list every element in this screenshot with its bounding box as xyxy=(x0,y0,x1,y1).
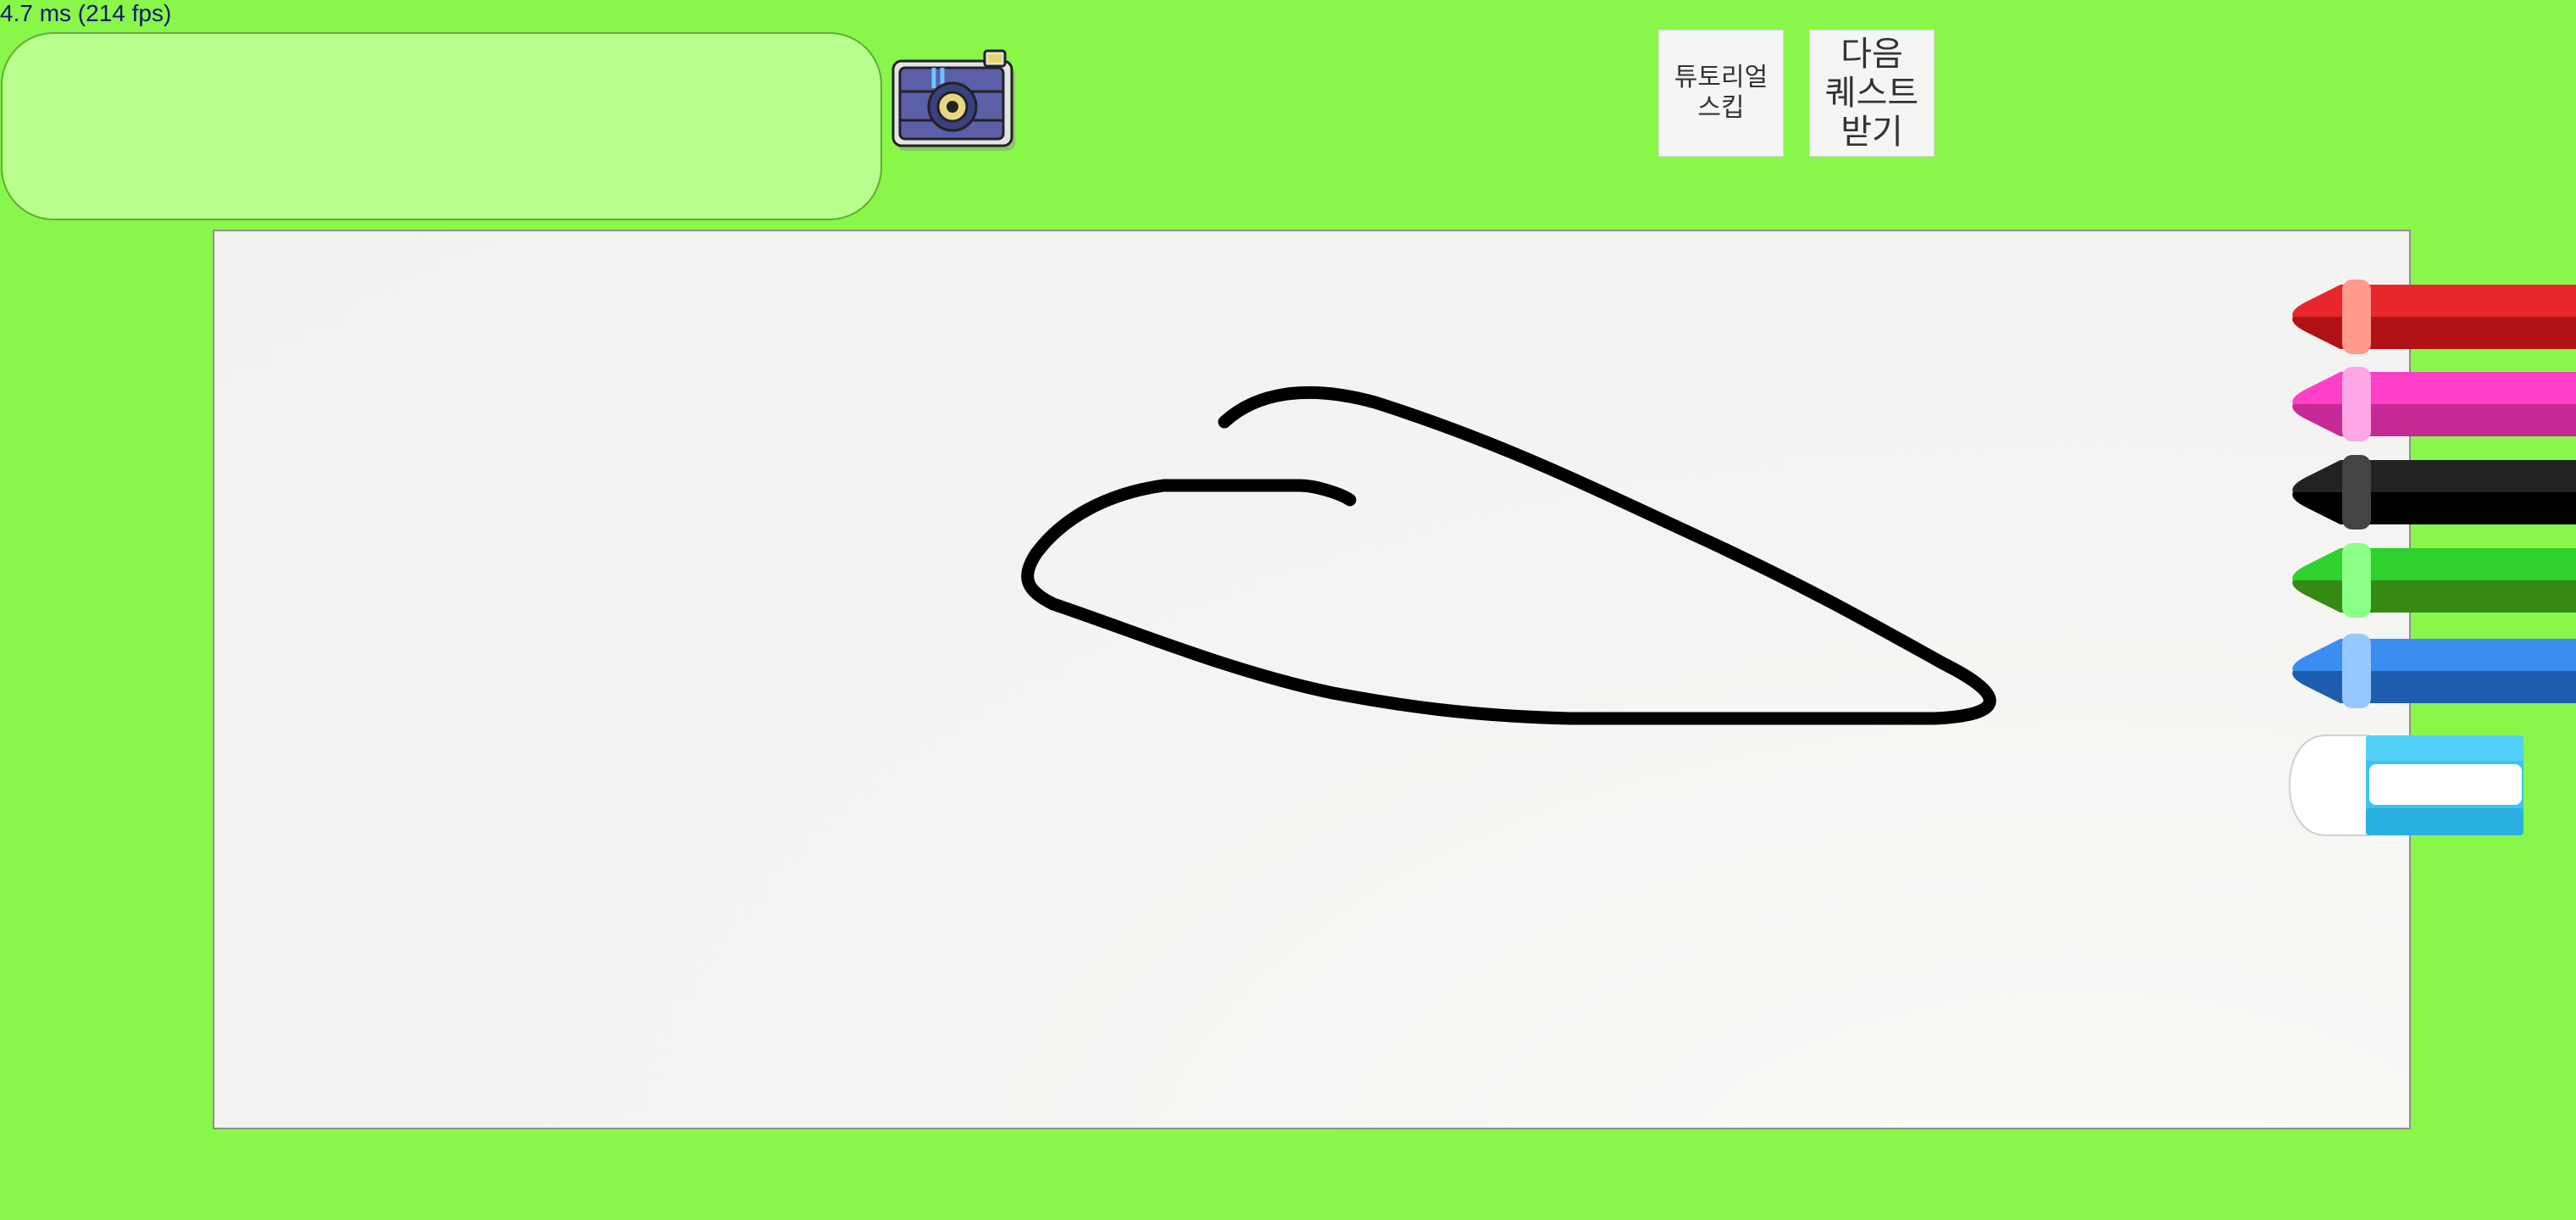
crayon-green[interactable] xyxy=(2288,543,2576,618)
skip-tutorial-button[interactable]: 튜토리얼 스킵 xyxy=(1658,30,1784,157)
next-quest-button[interactable]: 다음 퀘스트 받기 xyxy=(1809,30,1935,157)
crayon-pink[interactable] xyxy=(2288,367,2576,441)
camera-icon xyxy=(891,49,1015,151)
drawing-canvas[interactable] xyxy=(213,230,2411,1129)
drawn-stroke xyxy=(1021,385,1996,725)
stroke-dot xyxy=(1721,543,1731,553)
crayon-red-icon xyxy=(2292,280,2576,354)
crayon-black[interactable] xyxy=(2288,455,2576,530)
eraser-tool[interactable] xyxy=(2288,734,2525,837)
camera-button[interactable] xyxy=(891,47,1020,154)
quest-text-box xyxy=(1,32,882,220)
crayon-pink-icon xyxy=(2292,367,2576,441)
crayon-blue[interactable] xyxy=(2288,634,2576,708)
crayon-green-icon xyxy=(2292,543,2576,618)
drawing-layer xyxy=(1021,385,1996,725)
fps-counter: 4.7 ms (214 fps) xyxy=(0,0,172,26)
crayon-red[interactable] xyxy=(2288,280,2576,354)
eraser-icon xyxy=(2288,735,2523,836)
crayon-blue-icon xyxy=(2292,634,2576,708)
crayon-black-icon xyxy=(2292,455,2576,530)
